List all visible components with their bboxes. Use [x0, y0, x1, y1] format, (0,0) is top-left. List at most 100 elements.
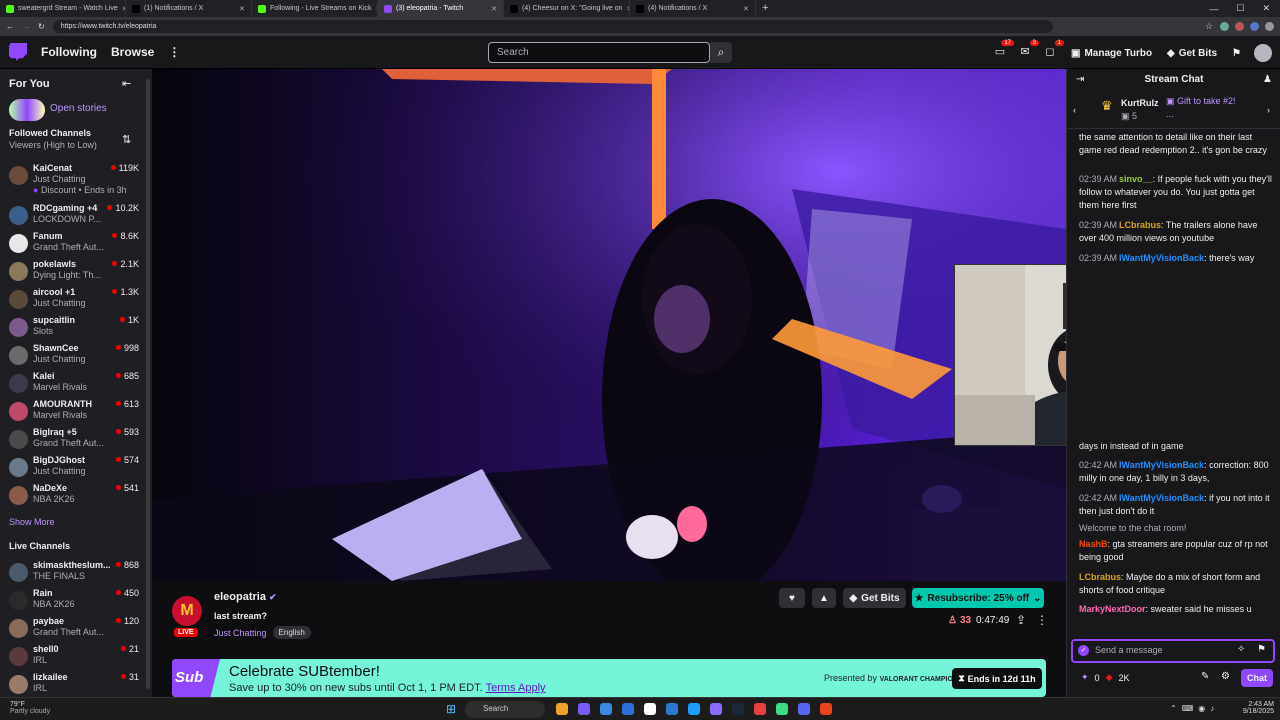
get-bits-button[interactable]: ◆ Get Bits [1167, 44, 1217, 62]
channel-row[interactable]: NaDeXe NBA 2K26 541 [9, 482, 139, 510]
sort-icon[interactable]: ⇅ [122, 133, 131, 146]
tab-close-icon[interactable]: ✕ [491, 5, 497, 13]
twitch-logo-icon[interactable] [9, 43, 27, 61]
follow-heart-button[interactable]: ♥ [779, 588, 805, 608]
taskbar-app-icon[interactable] [710, 703, 722, 715]
taskbar-app-icon[interactable] [688, 703, 700, 715]
system-tray[interactable]: ⌃⌨◉♪ [1170, 704, 1219, 713]
browser-tab[interactable]: (1) Notifications / X ✕ [126, 0, 252, 17]
browser-tab[interactable]: Following - Live Streams on Kick✕ [252, 0, 378, 17]
chat-username[interactable]: LCbrabus [1119, 220, 1161, 230]
gifter-name[interactable]: KurtRulz [1121, 98, 1159, 108]
taskbar-app-icon[interactable] [754, 703, 766, 715]
channel-row[interactable]: BigIraq +5 Grand Theft Aut... 593 [9, 426, 139, 454]
chat-username[interactable]: sinvo__ [1119, 174, 1153, 184]
notify-bell-button[interactable]: ▲ [812, 588, 836, 608]
following-link[interactable]: Following [41, 45, 97, 59]
show-more-link[interactable]: Show More [9, 517, 55, 527]
channel-row[interactable]: paybae Grand Theft Aut... 120 [9, 615, 139, 643]
taskbar-app-icon[interactable] [666, 703, 678, 715]
browser-tab[interactable]: (4) Cheesur on X: "Going live on✕ [504, 0, 630, 17]
maximize-icon[interactable]: ☐ [1236, 3, 1244, 14]
channel-row[interactable]: shell0 IRL 21 [9, 643, 139, 671]
notifications-icon[interactable]: ◻ 1 [1043, 40, 1064, 59]
channel-row[interactable]: Kalei Marvel Rivals 685 [9, 370, 139, 398]
channel-row[interactable]: RDCgaming +4 LOCKDOWN P... 10.2K [9, 202, 139, 230]
emote-icon[interactable]: ✧ [1237, 644, 1245, 655]
subtember-banner[interactable]: Sub Celebrate SUBtember! Save up to 30% … [172, 659, 1046, 697]
stories-avatars[interactable] [9, 99, 45, 121]
gear-icon[interactable]: ⚙ [1221, 671, 1230, 682]
browse-link[interactable]: Browse [111, 45, 154, 59]
forward-icon[interactable]: → [22, 22, 30, 31]
browser-tab[interactable]: (3) eleopatria - Twitch ✕ [378, 0, 504, 17]
bits-cheer-icon[interactable]: ⚑ [1257, 644, 1266, 655]
search-input[interactable]: Search [488, 42, 710, 63]
taskbar-app-icon[interactable] [556, 703, 568, 715]
browser-tab[interactable]: sweatergrd Stream - Watch Live✕ [0, 0, 126, 17]
back-icon[interactable]: ← [6, 22, 14, 31]
video-player[interactable] [152, 69, 1066, 581]
new-tab-button[interactable]: + [756, 0, 774, 17]
chat-username[interactable]: NashB [1079, 539, 1108, 549]
minimize-icon[interactable]: — [1209, 4, 1218, 14]
channel-row[interactable]: pokelawls Dying Light: Th... 2.1K [9, 258, 139, 286]
chat-username[interactable]: IWantMyVisionBack [1119, 460, 1204, 470]
clock[interactable]: 2:43 AM 9/18/2025 [1230, 701, 1274, 715]
taskbar-app-icon[interactable] [644, 703, 656, 715]
reload-icon[interactable]: ↻ [38, 22, 45, 31]
channel-row[interactable]: supcaitlin Slots 1K [9, 314, 139, 342]
weather[interactable]: 79°F Partly cloudy [10, 701, 50, 715]
sidebar-scrollbar[interactable] [146, 79, 150, 689]
taskbar-app-icon[interactable] [622, 703, 634, 715]
streamer-avatar[interactable]: M [172, 596, 202, 626]
channel-row[interactable]: aircool +1 Just Chatting 1.3K [9, 286, 139, 314]
manage-turbo-button[interactable]: ▣ Manage Turbo [1071, 44, 1152, 62]
browser-tab[interactable]: (4) Notifications / X ✕ [630, 0, 756, 17]
get-bits-stream-button[interactable]: ◆ Get Bits [843, 588, 906, 608]
more-menu-icon[interactable]: ⋮ [168, 45, 180, 59]
inbox-icon[interactable]: ▭ 17 [993, 40, 1014, 59]
url-field[interactable]: https://www.twitch.tv/eleopatria [52, 20, 1053, 33]
taskbar-app-icon[interactable] [776, 703, 788, 715]
terms-link[interactable]: Terms Apply [486, 682, 546, 694]
taskbar-app-icon[interactable] [578, 703, 590, 715]
community-icon[interactable]: ♟ [1263, 74, 1272, 85]
chat-input[interactable]: ✓ Send a message ✧ ⚑ [1071, 639, 1275, 663]
chat-username[interactable]: IWantMyVisionBack [1119, 493, 1204, 503]
channel-row[interactable]: skimasktheslum... THE FINALS 868 [9, 559, 139, 587]
tab-close-icon[interactable]: ✕ [239, 5, 245, 13]
category-link[interactable]: Just Chatting [214, 628, 267, 638]
taskbar-search[interactable]: Search [465, 701, 545, 718]
collapse-sidebar-icon[interactable]: ⇤ [122, 77, 131, 90]
chat-username[interactable]: LCbrabus [1079, 572, 1121, 582]
channel-row[interactable]: ShawnCee Just Chatting 998 [9, 342, 139, 370]
chevron-right-icon[interactable]: › [1267, 105, 1270, 115]
tab-close-icon[interactable]: ✕ [743, 5, 749, 13]
taskbar-app-icon[interactable] [600, 703, 612, 715]
close-window-icon[interactable]: ✕ [1262, 3, 1270, 14]
channel-row[interactable]: lizkailee IRL 31 [9, 671, 139, 697]
search-button[interactable]: ⌕ [710, 42, 732, 63]
open-stories-link[interactable]: Open stories [50, 103, 107, 114]
prime-icon[interactable]: ⚑ [1232, 44, 1241, 62]
channel-row[interactable]: Rain NBA 2K26 450 [9, 587, 139, 615]
extension-icon[interactable] [1235, 22, 1244, 31]
taskbar-app-icon[interactable] [798, 703, 810, 715]
more-options-icon[interactable]: ⋮ [1036, 613, 1048, 627]
chevron-left-icon[interactable]: ‹ [1073, 105, 1076, 115]
language-tag[interactable]: English [272, 626, 311, 639]
chat-send-button[interactable]: Chat [1241, 669, 1273, 687]
chat-username[interactable]: IWantMyVisionBack [1119, 253, 1204, 263]
share-icon[interactable]: ⇪ [1016, 613, 1026, 627]
tools-icon[interactable]: ✎ [1201, 671, 1209, 682]
whispers-icon[interactable]: ✉ 3 [1018, 40, 1039, 59]
chat-username[interactable]: MarkyNextDoor [1079, 604, 1146, 614]
extension-icon[interactable] [1250, 22, 1259, 31]
profile-icon[interactable] [1265, 22, 1274, 31]
channel-points-icon[interactable]: ✦ [1081, 672, 1089, 683]
taskbar-app-icon[interactable] [732, 703, 744, 715]
streamer-name[interactable]: eleopatria ✔ [214, 591, 277, 603]
resubscribe-button[interactable]: ★ Resubscribe: 25% off ⌄ [912, 588, 1044, 608]
channel-row[interactable]: Fanum Grand Theft Aut... 8.6K [9, 230, 139, 258]
